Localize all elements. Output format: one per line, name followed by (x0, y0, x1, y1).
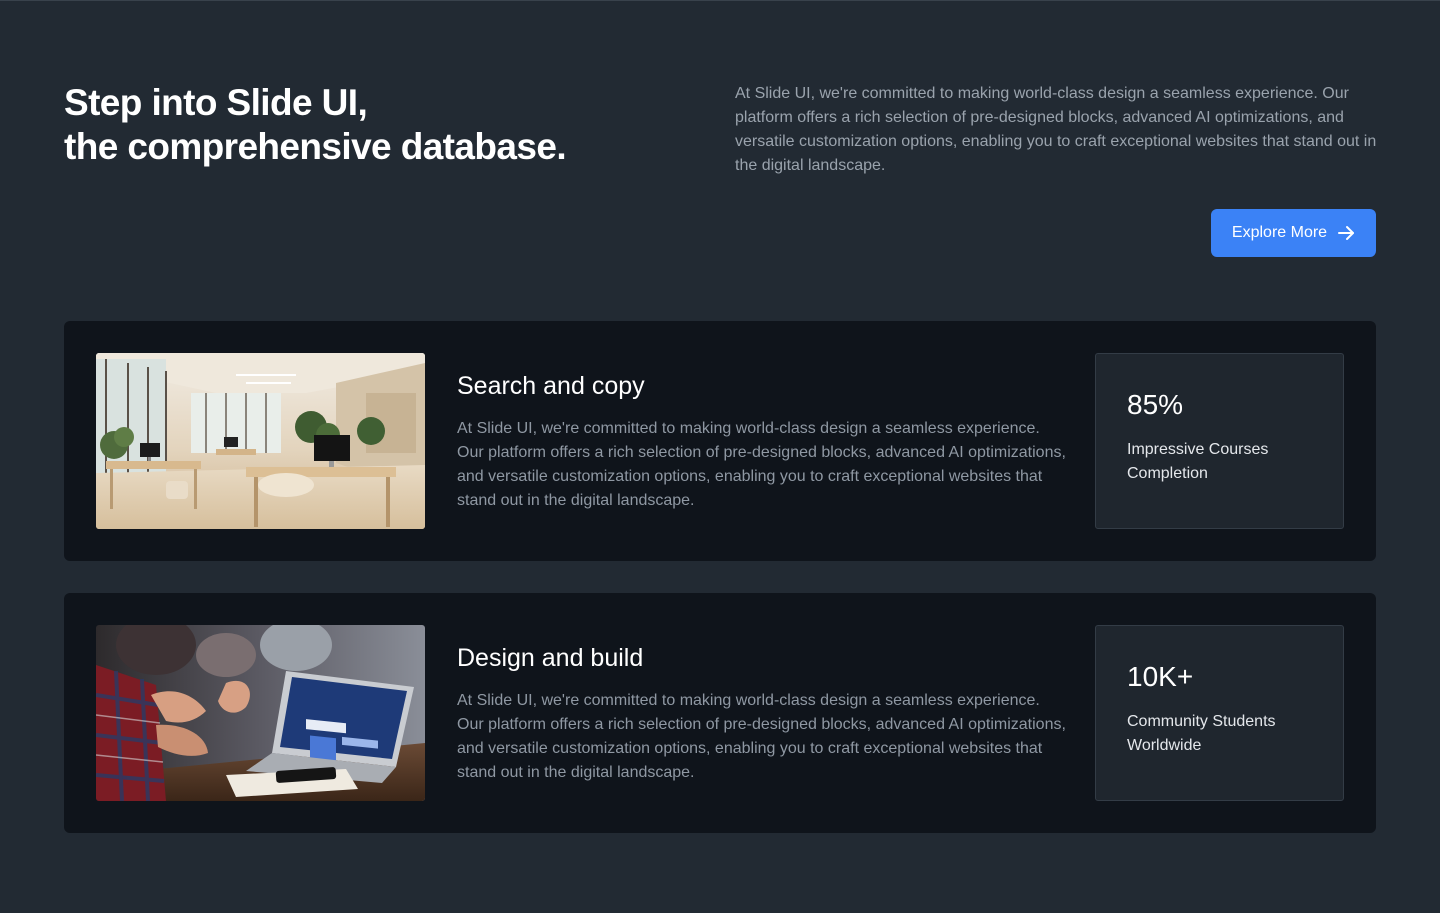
explore-more-label: Explore More (1231, 224, 1328, 241)
stat-label: Impressive Courses Completion (1127, 441, 1269, 482)
stat-box: 10K+ Community Students Worldwide (1095, 625, 1344, 801)
hero-description: At Slide UI, we're committed to making w… (735, 85, 1377, 174)
feature-card-design-and-build: Design and build At Slide UI, we're comm… (64, 593, 1376, 833)
stat-box: 85% Impressive Courses Completion (1095, 353, 1344, 529)
feature-card-search-and-copy: Search and copy At Slide UI, we're commi… (64, 321, 1376, 561)
feature-title: Design and build (457, 644, 644, 672)
office-interior-photo (96, 353, 425, 529)
stat-label: Community Students Worldwide (1127, 713, 1276, 754)
explore-more-button[interactable]: Explore More (1211, 209, 1376, 257)
feature-description: At Slide UI, we're committed to making w… (457, 692, 1066, 781)
hero-title: Step into Slide UI, the comprehensive da… (64, 81, 567, 169)
page: Step into Slide UI, the comprehensive da… (0, 0, 1440, 913)
stat-value: 10K+ (1127, 661, 1194, 692)
hero-title-line-2: the comprehensive database. (64, 126, 567, 167)
stat-value: 85% (1127, 389, 1184, 420)
feature-description: At Slide UI, we're committed to making w… (457, 420, 1066, 509)
arrow-right-icon (1337, 224, 1355, 242)
hero-title-line-1: Step into Slide UI, (64, 82, 368, 123)
feature-title: Search and copy (457, 372, 645, 400)
laptop-meeting-photo (96, 625, 425, 801)
